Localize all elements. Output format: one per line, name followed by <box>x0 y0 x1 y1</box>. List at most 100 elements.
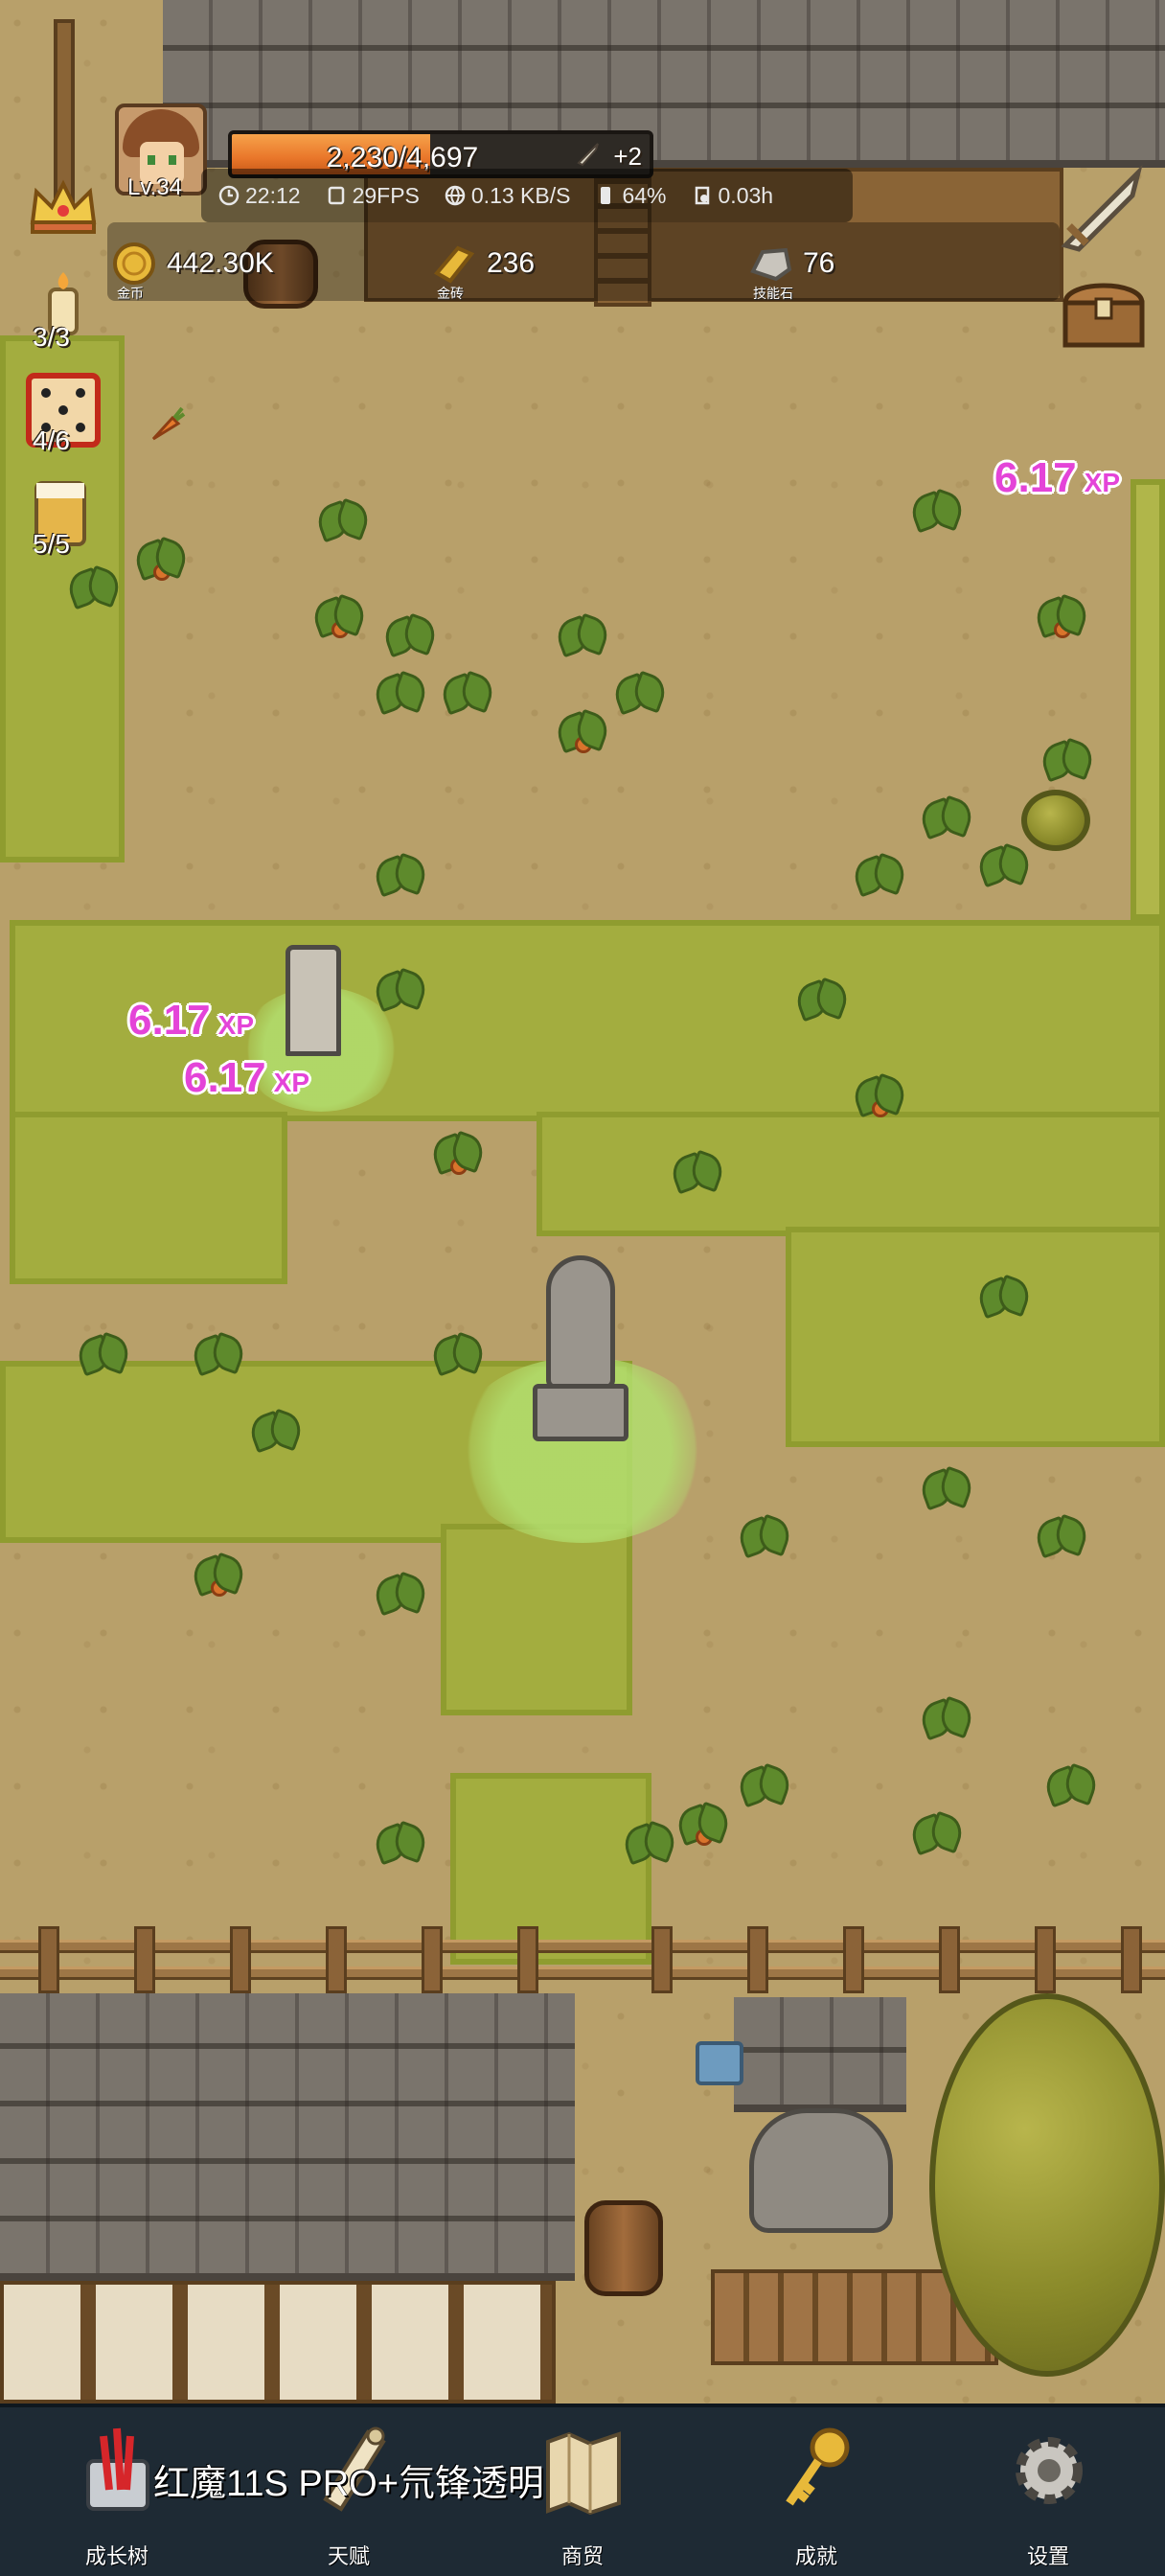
wooden-fence <box>0 1926 1165 1993</box>
network-stat: 0.13 KB/S <box>445 182 571 209</box>
globe-icon <box>445 185 466 206</box>
bottom-house-roof <box>0 1993 575 2281</box>
fence-post <box>651 1926 673 1993</box>
nav-achievement[interactable]: 成就 <box>740 2423 893 2568</box>
nav-settings-label: 设置 <box>1026 2544 1069 2568</box>
sprout-plant <box>316 498 370 544</box>
sprout-plant <box>374 1821 427 1867</box>
network-text: 0.13 KB/S <box>470 182 571 208</box>
fence-post <box>422 1926 443 1993</box>
sprout-plant <box>623 1821 676 1867</box>
battery-text: 64% <box>622 182 667 208</box>
avatar-eye <box>148 155 155 165</box>
nav-achievement-label: 成就 <box>794 2544 837 2568</box>
sprout-plant <box>977 843 1031 889</box>
candle-count: 3/3 <box>33 322 70 352</box>
sprout-plant <box>441 671 494 717</box>
sprout-plant <box>556 613 609 659</box>
fence-post <box>843 1926 864 1993</box>
fence-post <box>517 1926 538 1993</box>
carrot-icon[interactable] <box>148 404 186 443</box>
well-roof <box>734 1997 906 2112</box>
fence-post <box>326 1926 347 1993</box>
crown-icon <box>30 179 97 234</box>
avatar-eye <box>169 155 176 165</box>
session-duration-stat: 0.03h <box>692 183 773 209</box>
carrot-plant[interactable] <box>134 537 188 583</box>
sprout-plant <box>1035 1514 1088 1560</box>
sprout-plant <box>738 1763 791 1809</box>
stone-well[interactable] <box>749 2108 893 2233</box>
carrot-plant[interactable] <box>431 1131 485 1177</box>
sprout-plant <box>374 853 427 899</box>
xp-unit: XP <box>273 1068 309 1097</box>
xp-value: 6.17 <box>184 1054 266 1101</box>
sprout-plant <box>1040 738 1094 784</box>
gold-coin-resource[interactable]: 442.30K 金币 <box>111 226 274 301</box>
beer-count: 5/5 <box>33 529 70 559</box>
bottom-barrel <box>584 2200 663 2296</box>
gold-coin-icon <box>113 242 155 285</box>
xp-unit: XP <box>217 1010 254 1040</box>
carrot-plant[interactable] <box>1035 594 1088 640</box>
carrot-plant[interactable] <box>853 1073 906 1119</box>
device-watermark: 红魔11S PRO+氘锋透明 <box>153 2464 544 2504</box>
nav-trade-label: 商贸 <box>560 2544 604 2568</box>
sprout-plant <box>1044 1763 1098 1809</box>
skill-stone-resource[interactable]: 76 技能石 <box>747 226 834 301</box>
xp-popup: 6.17 XP <box>128 997 254 1045</box>
carrot-plant[interactable] <box>312 594 366 640</box>
fence-post <box>134 1926 155 1993</box>
sword-icon <box>577 143 599 167</box>
grass-field-right <box>537 1112 1165 1236</box>
candle-buff[interactable]: 3/3 <box>25 268 102 352</box>
gold-brick-resource[interactable]: 236 金砖 <box>431 226 535 301</box>
growth-tree-icon <box>86 2427 149 2511</box>
carrot-plant[interactable] <box>192 1552 245 1598</box>
dice-buff[interactable]: 4/6 <box>25 372 102 455</box>
battery-stat: 64% <box>595 182 667 209</box>
sprout-plant <box>977 1275 1031 1321</box>
sprout-plant <box>910 489 964 535</box>
clock-icon <box>218 185 240 206</box>
settings-gear-icon <box>1016 2437 1083 2504</box>
gold-coin-value: 442.30K <box>167 247 274 279</box>
beer-buff[interactable]: 5/5 <box>25 475 102 559</box>
weapon-bonus: +2 <box>613 142 642 171</box>
player-level: Lv.34 <box>127 174 182 200</box>
game-world[interactable] <box>0 0 1165 2404</box>
grass-field-left <box>10 1112 287 1284</box>
xp-popup: 6.17 XP <box>184 1054 309 1102</box>
crown-buff[interactable] <box>25 169 102 245</box>
cat-tombstone[interactable] <box>286 945 341 1056</box>
gold-brick-caption: 金砖 <box>437 286 464 301</box>
carrot-plant[interactable] <box>676 1802 730 1848</box>
skill-stone-value: 76 <box>803 247 835 279</box>
xp-popup: 6.17 XP <box>994 454 1120 502</box>
sword-icon[interactable] <box>1056 163 1148 255</box>
fps-stat: 29FPS <box>326 183 420 209</box>
fence-post <box>38 1926 59 1993</box>
sprout-plant <box>738 1514 791 1560</box>
xp-value: 6.17 <box>994 454 1077 501</box>
fence-post <box>1121 1926 1142 1993</box>
fps-icon <box>328 186 344 205</box>
sprout-plant <box>249 1409 303 1455</box>
gold-coin-caption: 金币 <box>117 286 144 301</box>
sprout-plant <box>383 613 437 659</box>
sprout-plant <box>192 1332 245 1378</box>
hooded-statue-body[interactable] <box>546 1255 615 1390</box>
fence-post <box>939 1926 960 1993</box>
fence-post <box>230 1926 251 1993</box>
sprout-plant <box>613 671 667 717</box>
sprout-plant <box>77 1332 130 1378</box>
battery-icon <box>601 187 611 204</box>
sprout-plant <box>920 1466 973 1512</box>
cabbage-plant <box>1021 790 1090 851</box>
gold-brick-value: 236 <box>487 247 536 279</box>
carrot-plant[interactable] <box>556 709 609 755</box>
status-bar: 22:12 29FPS 0.13 KB/S 64% 0.03h <box>201 169 853 222</box>
nav-settings[interactable]: 设置 <box>971 2423 1125 2568</box>
treasure-chest-icon[interactable] <box>1058 270 1150 351</box>
sprout-plant <box>920 795 973 841</box>
